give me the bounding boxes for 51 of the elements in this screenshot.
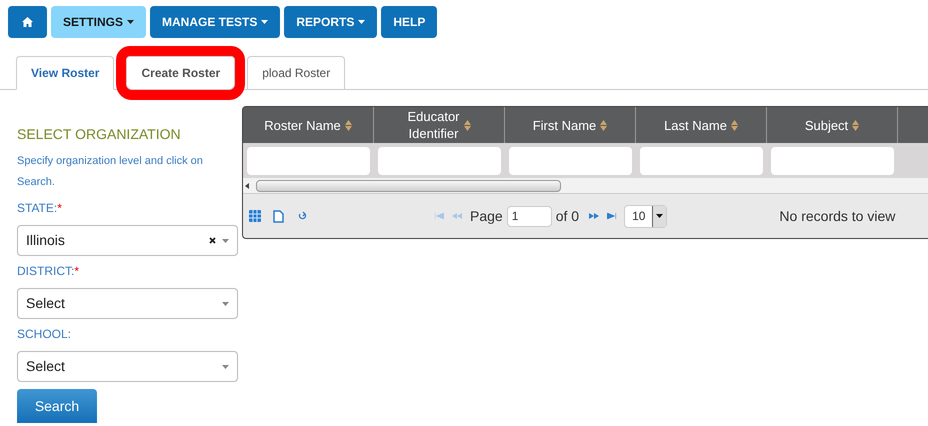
caret-icon bbox=[656, 214, 664, 218]
caret-icon bbox=[222, 238, 229, 242]
document-icon[interactable] bbox=[273, 210, 284, 222]
filter-input[interactable] bbox=[247, 146, 370, 174]
home-button[interactable] bbox=[8, 6, 47, 38]
scrollbar-thumb[interactable] bbox=[256, 180, 561, 192]
filter-input[interactable] bbox=[640, 146, 763, 174]
first-page-icon[interactable] bbox=[435, 213, 444, 219]
select-field[interactable]: Illinois bbox=[17, 225, 238, 256]
nav-menu-button[interactable]: MANAGE TESTS bbox=[150, 6, 280, 38]
status-text: No records to view bbox=[779, 206, 896, 226]
hint-text: Specify organization level and click on Search. bbox=[17, 154, 204, 190]
caret-icon bbox=[222, 364, 229, 368]
caret-icon bbox=[127, 20, 134, 24]
sort-icon bbox=[730, 120, 738, 130]
grid-icon[interactable] bbox=[249, 210, 261, 222]
scroll-left-icon bbox=[245, 182, 249, 188]
page-input[interactable]: 1 bbox=[506, 206, 552, 226]
select-field[interactable]: Select bbox=[17, 288, 238, 319]
clear-icon bbox=[209, 237, 216, 244]
field-label: DISTRICT: bbox=[17, 263, 74, 280]
caret-icon bbox=[358, 20, 366, 24]
sort-icon bbox=[344, 120, 352, 130]
search-button[interactable]: Search bbox=[17, 389, 97, 423]
sort-icon bbox=[464, 120, 471, 130]
required-mark: * bbox=[74, 263, 80, 280]
page-count: of 0 bbox=[556, 206, 580, 226]
page-label: Page bbox=[470, 206, 503, 226]
section-title: SELECT ORGANIZATION bbox=[17, 125, 182, 144]
nav-menu-button[interactable]: SETTINGS bbox=[51, 6, 146, 38]
tab[interactable]: pload Roster bbox=[247, 56, 346, 90]
sort-icon bbox=[852, 120, 860, 130]
field-label: STATE: bbox=[17, 200, 58, 217]
filter-input[interactable] bbox=[771, 146, 894, 174]
nav-menu-button[interactable]: REPORTS bbox=[284, 6, 378, 38]
refresh-icon[interactable] bbox=[298, 210, 307, 222]
home-icon bbox=[22, 17, 33, 27]
nav-menu-button[interactable]: HELP bbox=[381, 6, 438, 38]
sort-icon bbox=[600, 120, 608, 130]
filter-input[interactable] bbox=[509, 146, 632, 174]
field-label: SCHOOL: bbox=[17, 326, 72, 343]
next-page-icon[interactable] bbox=[589, 213, 600, 219]
caret-icon bbox=[222, 302, 229, 306]
last-page-icon[interactable] bbox=[607, 213, 616, 219]
required-mark: * bbox=[57, 200, 62, 217]
filter-input[interactable] bbox=[378, 146, 501, 174]
select-field[interactable]: Select bbox=[17, 351, 238, 382]
tab[interactable]: View Roster bbox=[16, 56, 114, 90]
page-size-select[interactable]: 10 bbox=[624, 204, 668, 228]
caret-icon bbox=[261, 20, 268, 24]
previous-page-icon[interactable] bbox=[452, 213, 462, 219]
